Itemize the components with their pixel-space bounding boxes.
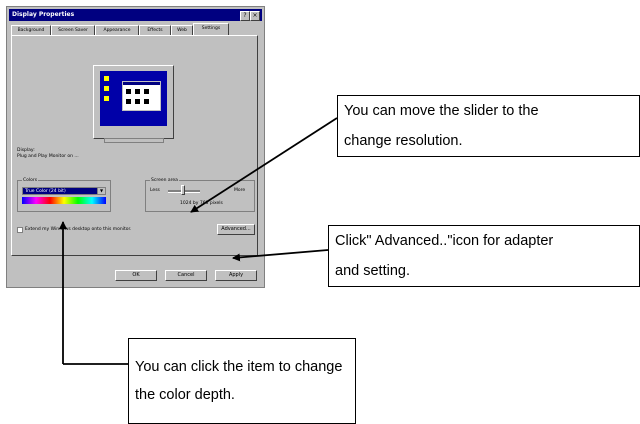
ok-button[interactable]: OK	[115, 270, 157, 281]
tab-screen-saver[interactable]: Screen Saver	[51, 25, 95, 35]
preview-window-titlebar	[123, 82, 160, 85]
advanced-callout: Click" Advanced.."icon for adapter and s…	[328, 225, 640, 287]
screen-area-label: Screen area	[150, 178, 179, 184]
preview-window	[122, 81, 161, 111]
color-depth-value: True Color (24 bit)	[25, 189, 66, 194]
colors-group: Colors True Color (24 bit) ▼	[17, 178, 111, 212]
close-button[interactable]: ×	[250, 11, 260, 21]
extend-desktop-checkbox[interactable]	[17, 227, 23, 233]
resolution-slider-thumb[interactable]	[181, 185, 185, 195]
title-bar[interactable]: Display Properties ? ×	[9, 9, 262, 21]
screen-area-group: Screen area Less More 1024 by 768 pixels	[145, 178, 255, 212]
advanced-callout-line-1: Click" Advanced.."icon for adapter	[335, 233, 554, 249]
preview-file-icon	[144, 89, 149, 94]
dialog-title: Display Properties	[12, 11, 75, 18]
color-spectrum-bar	[22, 197, 106, 204]
advanced-button[interactable]: Advanced...	[217, 224, 255, 235]
less-label: Less	[150, 188, 160, 193]
cancel-button[interactable]: Cancel	[165, 270, 207, 281]
tab-effects[interactable]: Effects	[139, 25, 171, 35]
monitor-stand	[104, 138, 164, 143]
settings-panel: Display: Plug and Play Monitor on ... Co…	[11, 35, 258, 256]
color-callout: You can click the item to change the col…	[128, 338, 356, 424]
colors-label: Colors	[22, 178, 39, 184]
apply-button[interactable]: Apply	[215, 270, 257, 281]
color-callout-line-2: the color depth.	[135, 387, 235, 403]
color-callout-line-1: You can click the item to change	[135, 359, 343, 375]
color-depth-select[interactable]: True Color (24 bit) ▼	[22, 187, 106, 195]
preview-file-icon	[135, 89, 140, 94]
slider-callout-line-1: You can move the slider to the	[344, 103, 539, 119]
extend-desktop-label: Extend my Windows desktop onto this moni…	[25, 227, 132, 232]
monitor-preview	[93, 65, 174, 139]
desktop-icon	[104, 96, 109, 101]
resolution-value: 1024 by 768 pixels	[180, 201, 223, 206]
tab-background[interactable]: Background	[11, 25, 51, 35]
preview-file-icon	[135, 99, 140, 104]
desktop-preview	[100, 71, 167, 126]
display-value: Plug and Play Monitor on ...	[17, 154, 79, 159]
preview-file-icon	[126, 89, 131, 94]
desktop-icon	[104, 86, 109, 91]
dropdown-arrow-icon[interactable]: ▼	[97, 188, 105, 194]
tab-appearance[interactable]: Appearance	[95, 25, 139, 35]
display-properties-dialog: Display Properties ? × Background Screen…	[6, 6, 265, 288]
preview-file-icon	[144, 99, 149, 104]
desktop-icon	[104, 76, 109, 81]
preview-file-icon	[126, 99, 131, 104]
help-button[interactable]: ?	[240, 11, 250, 21]
tab-settings[interactable]: Settings	[193, 23, 229, 35]
tab-strip: Background Screen Saver Appearance Effec…	[11, 23, 260, 35]
advanced-callout-line-2: and setting.	[335, 263, 410, 279]
tab-web[interactable]: Web	[171, 25, 193, 35]
slider-callout-line-2: change resolution.	[344, 133, 463, 149]
more-label: More	[234, 188, 246, 193]
slider-callout: You can move the slider to the change re…	[337, 95, 640, 157]
